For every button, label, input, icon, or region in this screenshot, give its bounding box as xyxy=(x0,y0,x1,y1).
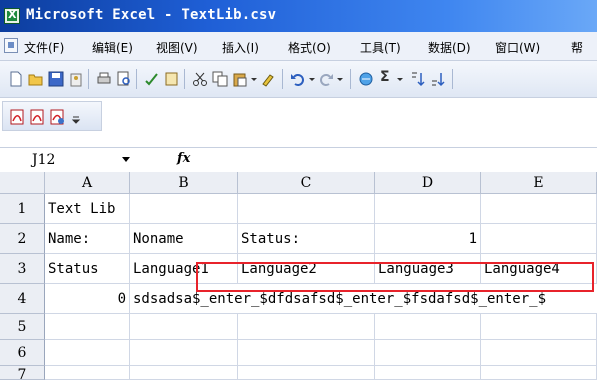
chevron-down-icon[interactable] xyxy=(396,71,404,87)
cell-e5[interactable] xyxy=(481,314,597,340)
autosum-icon[interactable]: Σ xyxy=(380,69,390,85)
cell-a2[interactable]: Name: xyxy=(45,224,130,254)
pdf-email-icon[interactable] xyxy=(29,109,45,125)
toolbar-separator xyxy=(350,69,351,89)
sort-descending-icon[interactable] xyxy=(430,71,446,87)
cell-c1[interactable] xyxy=(238,194,375,224)
undo-icon[interactable] xyxy=(290,71,306,87)
menu-data[interactable]: 数据(D) xyxy=(428,39,471,56)
menu-file[interactable]: 文件(F) xyxy=(24,39,64,56)
cell-b2[interactable]: Noname xyxy=(130,224,238,254)
cell-a7[interactable] xyxy=(45,366,130,380)
cell-d5[interactable] xyxy=(375,314,481,340)
document-icon[interactable] xyxy=(4,38,18,53)
chevron-down-icon[interactable] xyxy=(122,157,130,162)
menu-bar: 文件(F) 编辑(E) 视图(V) 插入(I) 格式(O) 工具(T) 数据(D… xyxy=(0,32,597,61)
toolbar-separator xyxy=(282,69,283,89)
select-all-corner[interactable] xyxy=(0,172,45,194)
cell-d3[interactable]: Language3 xyxy=(375,254,481,284)
toolbar-separator xyxy=(184,69,185,89)
sort-ascending-icon[interactable] xyxy=(410,71,426,87)
print-preview-icon[interactable] xyxy=(116,71,132,87)
menu-edit[interactable]: 编辑(E) xyxy=(92,39,133,56)
pdf-toolbar-group xyxy=(2,101,102,131)
menu-window[interactable]: 窗口(W) xyxy=(495,39,540,56)
title-bar: Microsoft Excel - TextLib.csv xyxy=(0,0,597,32)
cell-c2[interactable]: Status: xyxy=(238,224,375,254)
new-document-icon[interactable] xyxy=(8,71,24,87)
cell-b5[interactable] xyxy=(130,314,238,340)
function-icon[interactable]: fx xyxy=(177,151,190,166)
copy-icon[interactable] xyxy=(212,71,228,87)
save-icon[interactable] xyxy=(48,71,64,87)
menu-view[interactable]: 视图(V) xyxy=(156,39,198,56)
window-title: Microsoft Excel - TextLib.csv xyxy=(26,7,277,23)
menu-insert[interactable]: 插入(I) xyxy=(222,39,259,56)
cell-c5[interactable] xyxy=(238,314,375,340)
format-painter-icon[interactable] xyxy=(260,71,276,87)
cell-e6[interactable] xyxy=(481,340,597,366)
pdf-toolbar xyxy=(0,98,597,136)
cell-e2[interactable] xyxy=(481,224,597,254)
cell-b6[interactable] xyxy=(130,340,238,366)
row-header-1[interactable]: 1 xyxy=(0,194,45,224)
pdf-create-icon[interactable] xyxy=(9,109,25,125)
cell-e7[interactable] xyxy=(481,366,597,380)
row-header-7[interactable]: 7 xyxy=(0,366,45,380)
permission-icon[interactable] xyxy=(68,71,84,87)
cell-d2[interactable]: 1 xyxy=(375,224,481,254)
toolbar-separator xyxy=(88,69,89,89)
cell-b7[interactable] xyxy=(130,366,238,380)
column-header-d[interactable]: D xyxy=(375,172,481,194)
cell-a5[interactable] xyxy=(45,314,130,340)
cell-c3[interactable]: Language2 xyxy=(238,254,375,284)
cell-d1[interactable] xyxy=(375,194,481,224)
hyperlink-icon[interactable] xyxy=(358,71,374,87)
cut-icon[interactable] xyxy=(192,71,208,87)
cell-c6[interactable] xyxy=(238,340,375,366)
row-header-5[interactable]: 5 xyxy=(0,314,45,340)
column-header-c[interactable]: C xyxy=(238,172,375,194)
cell-a4[interactable]: 0 xyxy=(45,284,130,314)
cell-b4[interactable]: sdsadsa$_enter_$dfdsafsd$_enter_$fsdafsd… xyxy=(130,284,597,314)
column-header-e[interactable]: E xyxy=(481,172,597,194)
name-box[interactable]: J12 xyxy=(32,152,55,168)
cell-c7[interactable] xyxy=(238,366,375,380)
chevron-down-icon[interactable] xyxy=(308,71,316,87)
cell-e1[interactable] xyxy=(481,194,597,224)
toolbar-options-icon[interactable] xyxy=(71,109,81,125)
cell-e3[interactable]: Language4 xyxy=(481,254,597,284)
menu-tools[interactable]: 工具(T) xyxy=(360,39,401,56)
chevron-down-icon[interactable] xyxy=(336,71,344,87)
excel-icon[interactable] xyxy=(4,8,20,24)
chevron-down-icon[interactable] xyxy=(250,71,258,87)
menu-format[interactable]: 格式(O) xyxy=(288,39,331,56)
cell-a1[interactable]: Text Lib xyxy=(45,194,130,224)
redo-icon[interactable] xyxy=(318,71,334,87)
spelling-icon[interactable] xyxy=(144,71,160,87)
print-icon[interactable] xyxy=(96,71,112,87)
column-header-b[interactable]: B xyxy=(130,172,238,194)
pdf-review-icon[interactable] xyxy=(49,109,65,125)
paste-icon[interactable] xyxy=(232,71,248,87)
formula-bar: J12 fx xyxy=(0,147,597,173)
toolbar-separator xyxy=(136,69,137,89)
open-folder-icon[interactable] xyxy=(28,71,44,87)
row-header-4[interactable]: 4 xyxy=(0,284,45,314)
cell-a3[interactable]: Status xyxy=(45,254,130,284)
row-header-6[interactable]: 6 xyxy=(0,340,45,366)
cell-d6[interactable] xyxy=(375,340,481,366)
cell-b3[interactable]: Language1 xyxy=(130,254,238,284)
menu-help[interactable]: 帮 xyxy=(571,39,583,56)
research-icon[interactable] xyxy=(164,71,180,87)
row-header-3[interactable]: 3 xyxy=(0,254,45,284)
column-header-a[interactable]: A xyxy=(45,172,130,194)
toolbar-separator xyxy=(452,69,453,89)
row-header-2[interactable]: 2 xyxy=(0,224,45,254)
cell-a6[interactable] xyxy=(45,340,130,366)
cell-b1[interactable] xyxy=(130,194,238,224)
standard-toolbar: Σ xyxy=(0,61,597,98)
cell-d7[interactable] xyxy=(375,366,481,380)
